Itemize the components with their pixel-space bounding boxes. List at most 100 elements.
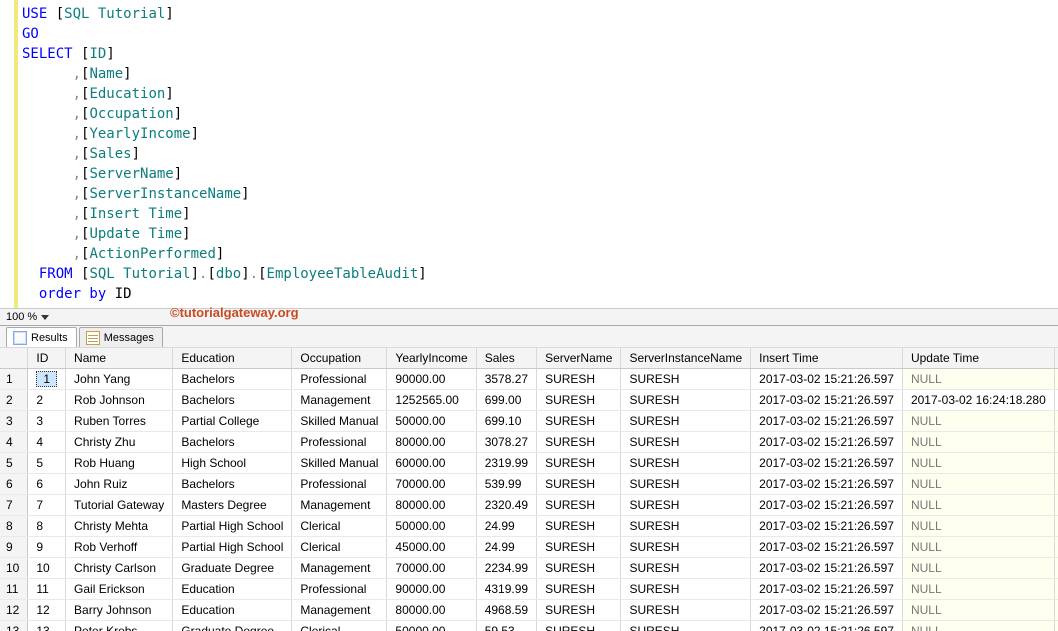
- cell[interactable]: SURESH: [621, 411, 751, 432]
- row-number[interactable]: 4: [0, 432, 28, 453]
- cell[interactable]: Education: [173, 600, 292, 621]
- cell[interactable]: SURESH: [537, 432, 621, 453]
- cell[interactable]: SURESH: [537, 390, 621, 411]
- code-line[interactable]: ,[Update Time]: [22, 224, 1058, 244]
- table-row[interactable]: 66John RuizBachelorsProfessional70000.00…: [0, 474, 1058, 495]
- cell[interactable]: 50000.00: [387, 621, 476, 631]
- cell[interactable]: 6: [28, 474, 66, 495]
- cell[interactable]: NULL: [902, 369, 1054, 390]
- code-line[interactable]: ,[Insert Time]: [22, 204, 1058, 224]
- cell[interactable]: 45000.00: [387, 537, 476, 558]
- cell[interactable]: NULL: [1054, 432, 1058, 453]
- code-line[interactable]: ,[ActionPerformed]: [22, 244, 1058, 264]
- cell[interactable]: 60000.00: [387, 453, 476, 474]
- cell[interactable]: SURESH: [537, 579, 621, 600]
- column-header[interactable]: ServerName: [537, 348, 621, 369]
- cell[interactable]: 2017-03-02 15:21:26.597: [751, 432, 903, 453]
- cell[interactable]: Peter Krebs: [66, 621, 173, 631]
- row-number[interactable]: 5: [0, 453, 28, 474]
- cell[interactable]: 7: [28, 495, 66, 516]
- cell[interactable]: NULL: [902, 600, 1054, 621]
- cell[interactable]: 2320.49: [476, 495, 536, 516]
- cell[interactable]: 4319.99: [476, 579, 536, 600]
- row-number[interactable]: 9: [0, 537, 28, 558]
- row-number[interactable]: 2: [0, 390, 28, 411]
- cell[interactable]: 2017-03-02 15:21:26.597: [751, 558, 903, 579]
- table-row[interactable]: 1111Gail EricksonEducationProfessional90…: [0, 579, 1058, 600]
- cell[interactable]: NULL: [1054, 516, 1058, 537]
- cell[interactable]: Professional: [292, 579, 387, 600]
- cell[interactable]: 2319.99: [476, 453, 536, 474]
- cell[interactable]: 539.99: [476, 474, 536, 495]
- cell[interactable]: 4968.59: [476, 600, 536, 621]
- column-header[interactable]: ServerInstanceName: [621, 348, 751, 369]
- cell[interactable]: High School: [173, 453, 292, 474]
- cell[interactable]: Clerical: [292, 537, 387, 558]
- cell[interactable]: NULL: [1054, 369, 1058, 390]
- cell[interactable]: 50000.00: [387, 411, 476, 432]
- cell[interactable]: NULL: [902, 621, 1054, 631]
- cell[interactable]: Rob Huang: [66, 453, 173, 474]
- cell[interactable]: 80000.00: [387, 432, 476, 453]
- table-row[interactable]: 99Rob VerhoffPartial High SchoolClerical…: [0, 537, 1058, 558]
- cell[interactable]: NULL: [1054, 579, 1058, 600]
- column-header[interactable]: ID: [28, 348, 66, 369]
- row-number[interactable]: 10: [0, 558, 28, 579]
- tab-messages[interactable]: Messages: [79, 327, 163, 347]
- chevron-down-icon[interactable]: [41, 315, 49, 320]
- cell[interactable]: 3578.27: [476, 369, 536, 390]
- cell[interactable]: Bachelors: [173, 369, 292, 390]
- column-header[interactable]: Occupation: [292, 348, 387, 369]
- cell[interactable]: SURESH: [537, 495, 621, 516]
- cell[interactable]: SURESH: [537, 516, 621, 537]
- cell[interactable]: 5: [28, 453, 66, 474]
- cell[interactable]: 24.99: [476, 516, 536, 537]
- column-header[interactable]: Insert Time: [751, 348, 903, 369]
- cell[interactable]: SURESH: [537, 369, 621, 390]
- cell[interactable]: NULL: [902, 474, 1054, 495]
- cell[interactable]: Management: [292, 495, 387, 516]
- cell[interactable]: John Ruiz: [66, 474, 173, 495]
- cell[interactable]: SURESH: [537, 600, 621, 621]
- row-number[interactable]: 12: [0, 600, 28, 621]
- column-header[interactable]: ActionPerformed: [1054, 348, 1058, 369]
- cell[interactable]: 90000.00: [387, 369, 476, 390]
- sql-editor[interactable]: USE [SQL Tutorial]GOSELECT [ID] ,[Name] …: [14, 0, 1058, 308]
- code-line[interactable]: ,[Occupation]: [22, 104, 1058, 124]
- cell[interactable]: 2017-03-02 16:24:18.280: [902, 390, 1054, 411]
- column-header[interactable]: Sales: [476, 348, 536, 369]
- cell[interactable]: Gail Erickson: [66, 579, 173, 600]
- code-line[interactable]: ,[Sales]: [22, 144, 1058, 164]
- cell[interactable]: 90000.00: [387, 579, 476, 600]
- cell[interactable]: Masters Degree: [173, 495, 292, 516]
- cell[interactable]: John Yang: [66, 369, 173, 390]
- cell[interactable]: 8: [28, 516, 66, 537]
- cell[interactable]: Professional: [292, 432, 387, 453]
- table-row[interactable]: 88Christy MehtaPartial High SchoolCleric…: [0, 516, 1058, 537]
- column-header[interactable]: Education: [173, 348, 292, 369]
- table-row[interactable]: 55Rob HuangHigh SchoolSkilled Manual6000…: [0, 453, 1058, 474]
- cell[interactable]: 699.10: [476, 411, 536, 432]
- row-number[interactable]: 11: [0, 579, 28, 600]
- code-line[interactable]: order by ID: [22, 284, 1058, 304]
- row-number[interactable]: 1: [0, 369, 28, 390]
- table-row[interactable]: 77Tutorial GatewayMasters DegreeManageme…: [0, 495, 1058, 516]
- code-line[interactable]: SELECT [ID]: [22, 44, 1058, 64]
- cell[interactable]: Christy Zhu: [66, 432, 173, 453]
- cell[interactable]: SURESH: [621, 600, 751, 621]
- cell[interactable]: 699.00: [476, 390, 536, 411]
- cell[interactable]: NULL: [1054, 558, 1058, 579]
- table-row[interactable]: 44Christy ZhuBachelorsProfessional80000.…: [0, 432, 1058, 453]
- code-line[interactable]: ,[YearlyIncome]: [22, 124, 1058, 144]
- cell[interactable]: NULL: [902, 432, 1054, 453]
- cell[interactable]: NULL: [902, 537, 1054, 558]
- code-line[interactable]: ,[Education]: [22, 84, 1058, 104]
- table-row[interactable]: 1212Barry JohnsonEducationManagement8000…: [0, 600, 1058, 621]
- cell[interactable]: 24.99: [476, 537, 536, 558]
- table-row[interactable]: 22Rob JohnsonBachelorsManagement1252565.…: [0, 390, 1058, 411]
- cell[interactable]: SURESH: [621, 495, 751, 516]
- cell[interactable]: 2017-03-02 15:21:26.597: [751, 537, 903, 558]
- cell[interactable]: 2017-03-02 15:21:26.597: [751, 495, 903, 516]
- cell[interactable]: Management: [292, 390, 387, 411]
- row-number[interactable]: 8: [0, 516, 28, 537]
